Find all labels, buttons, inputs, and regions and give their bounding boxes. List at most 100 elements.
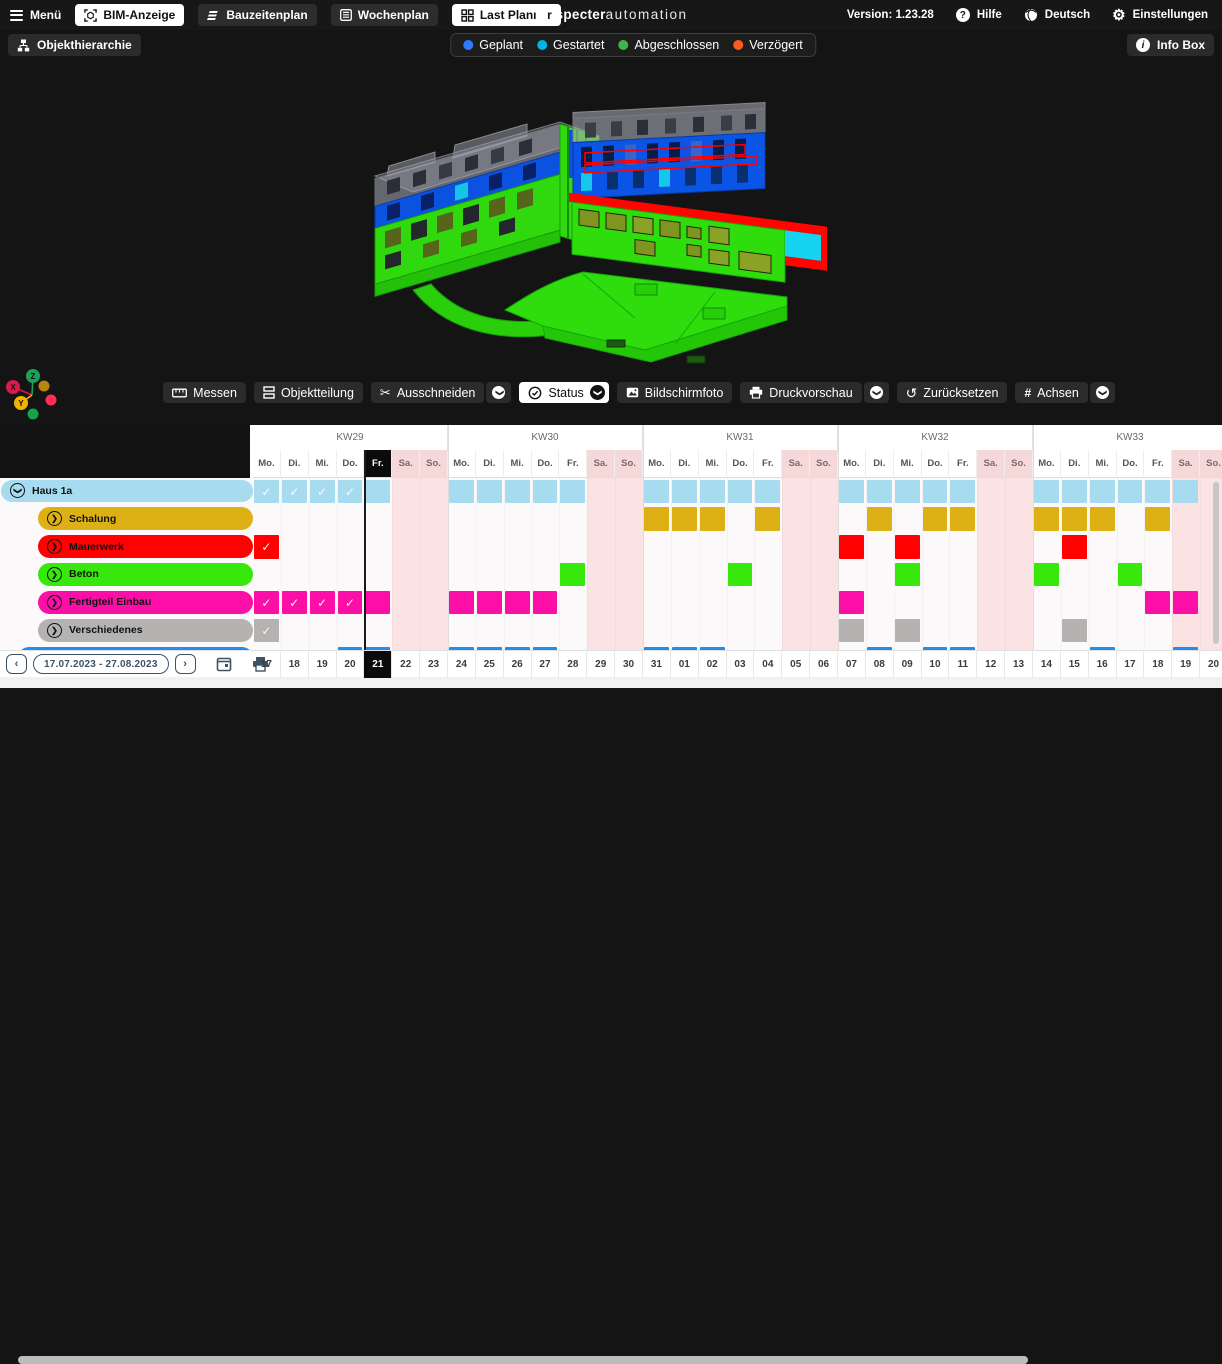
tool-button-bildschirmfoto[interactable]: Bildschirmfoto [617, 382, 733, 403]
tool-button-objektteilung[interactable]: Objektteilung [254, 382, 363, 403]
tab-bauzeitenplan[interactable]: Bauzeitenplan [198, 4, 316, 26]
gantt-cell[interactable] [867, 507, 892, 530]
chevron-right-icon[interactable]: ❯ [47, 623, 62, 638]
gantt-cell[interactable] [477, 591, 502, 614]
gantt-cell[interactable] [533, 591, 558, 614]
gantt-cell[interactable] [950, 507, 975, 530]
gantt-cell[interactable] [505, 480, 530, 503]
gantt-cell[interactable]: ✓ [282, 480, 307, 503]
gantt-cell[interactable] [700, 507, 725, 530]
gantt-cell[interactable] [700, 480, 725, 503]
gantt-cell[interactable]: ✓ [310, 480, 335, 503]
gantt-cell[interactable] [950, 480, 975, 503]
gantt-cell[interactable] [895, 535, 920, 558]
gantt-cell[interactable] [1173, 480, 1198, 503]
gantt-cell[interactable] [895, 619, 920, 642]
tab-bim-anzeige[interactable]: BIM-Anzeige [75, 4, 184, 26]
tool-dropdown-achsen[interactable]: ❯ [1090, 382, 1115, 403]
gantt-cell[interactable] [1118, 563, 1143, 586]
gantt-cell[interactable] [533, 480, 558, 503]
language-button[interactable]: Deutsch [1024, 8, 1090, 22]
tool-button-achsen[interactable]: #Achsen [1015, 382, 1087, 403]
tool-button-zurcksetzen[interactable]: ↺Zurücksetzen [897, 382, 1008, 403]
gantt-cell[interactable] [755, 480, 780, 503]
bim-3d-viewport[interactable]: Objekthierarchie GeplantGestartetAbgesch… [0, 30, 1222, 425]
task-pill-fertigteil-einbau[interactable]: ❯Fertigteil Einbau [38, 591, 253, 614]
gantt-cell[interactable]: ✓ [338, 480, 363, 503]
gantt-cell[interactable] [923, 480, 948, 503]
next-period-button[interactable]: › [175, 654, 196, 674]
tool-dropdown-druckvorschau[interactable]: ❯ [864, 382, 889, 403]
gantt-cell[interactable] [1034, 507, 1059, 530]
gantt-cell[interactable]: ✓ [254, 619, 279, 642]
tool-button-status[interactable]: Status❯ [519, 382, 608, 403]
gantt-cell[interactable] [755, 507, 780, 530]
tool-button-messen[interactable]: Messen [163, 382, 246, 403]
help-button[interactable]: ? Hilfe [956, 8, 1002, 22]
gantt-cell[interactable]: ✓ [254, 535, 279, 558]
gantt-cell[interactable] [1034, 480, 1059, 503]
gantt-cell[interactable]: ✓ [338, 591, 363, 614]
chevron-right-icon[interactable]: ❯ [47, 511, 62, 526]
building-model[interactable] [335, 78, 860, 378]
prev-period-button[interactable]: ‹ [6, 654, 27, 674]
gantt-cell[interactable] [1034, 563, 1059, 586]
gantt-cell[interactable]: ✓ [310, 591, 335, 614]
tool-dropdown-ausschneiden[interactable]: ❯ [486, 382, 511, 403]
gantt-cell[interactable] [728, 480, 753, 503]
gantt-cell[interactable] [839, 619, 864, 642]
gantt-cell[interactable] [839, 591, 864, 614]
task-pill-beton[interactable]: ❯Beton [38, 563, 253, 586]
gantt-cell[interactable] [1062, 535, 1087, 558]
gantt-cell[interactable] [1145, 507, 1170, 530]
gantt-cell[interactable] [505, 591, 530, 614]
gantt-cell[interactable] [923, 507, 948, 530]
gantt-cell[interactable] [560, 563, 585, 586]
gantt-cell[interactable] [1062, 619, 1087, 642]
gantt-cell[interactable]: ✓ [254, 480, 279, 503]
gantt-cell[interactable]: ✓ [254, 591, 279, 614]
chevron-right-icon[interactable]: ❯ [47, 567, 62, 582]
horizontal-scrollbar-thumb[interactable] [18, 1356, 1028, 1364]
gantt-cell[interactable] [895, 563, 920, 586]
date-range-field[interactable]: 17.07.2023 - 27.08.2023 [33, 654, 169, 674]
info-box-button[interactable]: i Info Box [1127, 34, 1214, 56]
gantt-cell[interactable] [839, 480, 864, 503]
gantt-cell[interactable] [644, 480, 669, 503]
chevron-right-icon[interactable]: ❯ [47, 539, 62, 554]
gantt-cell[interactable] [449, 480, 474, 503]
gantt-cell[interactable] [449, 591, 474, 614]
gantt-cell[interactable] [672, 480, 697, 503]
gantt-cell[interactable] [1062, 507, 1087, 530]
gantt-cell[interactable] [728, 563, 753, 586]
horizontal-scrollbar-track[interactable] [0, 677, 1222, 688]
gantt-cell[interactable] [365, 480, 390, 503]
calendar-button[interactable] [216, 656, 232, 672]
tool-button-druckvorschau[interactable]: Druckvorschau [740, 382, 861, 403]
gantt-cell[interactable] [1090, 507, 1115, 530]
gantt-cell[interactable] [1173, 591, 1198, 614]
chevron-down-icon[interactable]: ❯ [590, 385, 605, 400]
tool-button-ausschneiden[interactable]: ✂Ausschneiden [371, 382, 484, 403]
gantt-cell[interactable] [1145, 591, 1170, 614]
menu-button[interactable]: Menü [10, 8, 61, 22]
gantt-cell[interactable] [1090, 480, 1115, 503]
gantt-cell[interactable] [1118, 480, 1143, 503]
chevron-down-icon[interactable]: ❯ [10, 483, 25, 498]
gantt-cell[interactable] [895, 480, 920, 503]
gantt-cell[interactable] [1062, 480, 1087, 503]
gantt-cell[interactable] [560, 480, 585, 503]
object-hierarchy-button[interactable]: Objekthierarchie [8, 34, 141, 56]
task-pill-schalung[interactable]: ❯Schalung [38, 507, 253, 530]
gantt-cell[interactable] [839, 535, 864, 558]
gantt-cell[interactable] [867, 480, 892, 503]
task-pill-mauerwerk[interactable]: ❯Mauerwerk [38, 535, 253, 558]
task-pill-verschiedenes[interactable]: ❯Verschiedenes [38, 619, 253, 642]
gantt-cell[interactable] [644, 507, 669, 530]
chevron-right-icon[interactable]: ❯ [47, 595, 62, 610]
settings-button[interactable]: ⚙ Einstellungen [1112, 8, 1208, 23]
gantt-cell[interactable] [672, 507, 697, 530]
tab-wochenplan[interactable]: Wochenplan [331, 4, 438, 26]
gantt-cell[interactable] [365, 591, 390, 614]
gantt-cell[interactable] [477, 480, 502, 503]
